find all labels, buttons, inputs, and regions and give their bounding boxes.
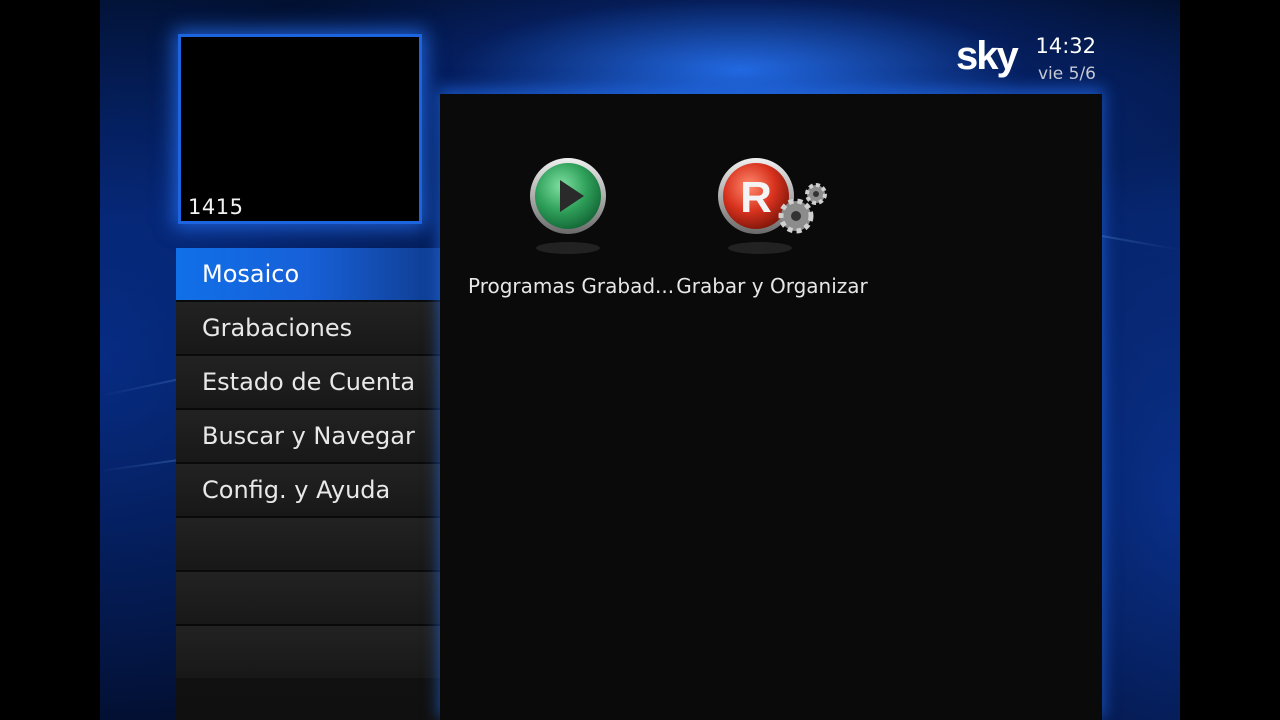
- channel-number: 1415: [188, 195, 244, 219]
- menu-item-empty: [176, 626, 440, 678]
- content-panel: Programas Grabad... R Grabar y Organizar: [440, 94, 1102, 720]
- menu-item-label: Config. y Ayuda: [202, 476, 391, 504]
- tile-programas-grabados[interactable]: Programas Grabad...: [468, 150, 675, 300]
- record-settings-icon: R: [718, 158, 827, 254]
- svg-text:R: R: [740, 173, 772, 222]
- tile-label: Grabar y Organizar: [676, 274, 868, 298]
- menu-item-label: Mosaico: [202, 260, 300, 288]
- tile-grabar-y-organizar[interactable]: R Grabar y Organizar: [672, 150, 872, 300]
- video-preview: 1415: [178, 34, 422, 224]
- clock-date: vie 5/6: [1037, 64, 1096, 84]
- clock-time: 14:32: [1035, 34, 1096, 58]
- play-icon: [530, 158, 606, 254]
- menu-item-mosaico[interactable]: Mosaico: [176, 248, 440, 302]
- menu-item-label: Estado de Cuenta: [202, 368, 416, 396]
- sky-logo: sky: [956, 34, 1019, 78]
- header-status: sky 14:32 vie 5/6: [956, 32, 1096, 88]
- main-menu: Mosaico Grabaciones Estado de Cuenta Bus…: [176, 248, 440, 720]
- menu-item-empty: [176, 518, 440, 572]
- menu-item-grabaciones[interactable]: Grabaciones: [176, 302, 440, 356]
- tv-screen: 1415 sky 14:32 vie 5/6 Mosaico Grabacion…: [100, 0, 1180, 720]
- tile-label: Programas Grabad...: [468, 274, 675, 298]
- menu-item-buscar-y-navegar[interactable]: Buscar y Navegar: [176, 410, 440, 464]
- menu-item-config-y-ayuda[interactable]: Config. y Ayuda: [176, 464, 440, 518]
- menu-item-estado-de-cuenta[interactable]: Estado de Cuenta: [176, 356, 440, 410]
- menu-item-label: Grabaciones: [202, 314, 353, 342]
- menu-item-empty: [176, 572, 440, 626]
- menu-item-label: Buscar y Navegar: [202, 422, 415, 450]
